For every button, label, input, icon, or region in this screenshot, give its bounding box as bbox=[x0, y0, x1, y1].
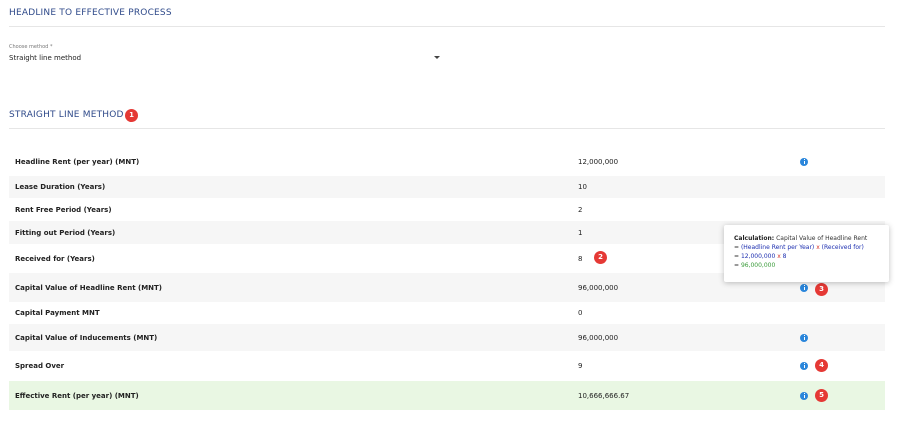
page-title: HEADLINE TO EFFECTIVE PROCESS bbox=[9, 8, 172, 18]
row-label: Rent Free Period (Years) bbox=[15, 205, 112, 214]
method-label: Choose method * bbox=[9, 44, 53, 50]
section-divider bbox=[9, 128, 885, 129]
row-label: Capital Payment MNT bbox=[15, 309, 100, 317]
tooltip-line-3: = 12,000,000 x 8 bbox=[734, 252, 879, 261]
step-badge-1: 1 bbox=[125, 109, 138, 122]
tooltip-eq: = bbox=[734, 244, 741, 251]
tooltip-term: (Received for) bbox=[821, 244, 864, 251]
table-row-highlight: Effective Rent (per year) (MNT) 10,666,6… bbox=[9, 381, 885, 410]
info-icon[interactable] bbox=[800, 283, 808, 292]
info-icon[interactable] bbox=[800, 157, 808, 166]
row-value: 2 bbox=[578, 205, 583, 214]
tooltip-term: 8 bbox=[782, 253, 787, 260]
row-label: Headline Rent (per year) (MNT) bbox=[15, 157, 140, 166]
table-row: Spread Over 9 bbox=[9, 351, 885, 380]
table-row: Capital Payment MNT 0 bbox=[9, 302, 885, 324]
info-icon[interactable] bbox=[800, 361, 808, 370]
row-value: 1 bbox=[578, 228, 583, 237]
method-select[interactable]: Straight line method bbox=[9, 53, 440, 65]
row-label: Effective Rent (per year) (MNT) bbox=[15, 391, 139, 400]
row-value: 8 bbox=[578, 254, 583, 263]
step-badge-3: 3 bbox=[815, 283, 828, 296]
row-label: Received for (Years) bbox=[15, 254, 95, 263]
tooltip-line-1: Calculation: Capital Value of Headline R… bbox=[734, 234, 879, 243]
tooltip-result: 96,000,000 bbox=[740, 262, 776, 269]
row-value: 9 bbox=[578, 361, 583, 370]
step-badge-4: 4 bbox=[815, 359, 828, 372]
table-row: Lease Duration (Years) 10 bbox=[9, 176, 885, 198]
row-value: 0 bbox=[578, 309, 583, 317]
tooltip-eq: = bbox=[734, 262, 741, 269]
method-select-value: Straight line method bbox=[9, 54, 82, 62]
table-row: Capital Value of Inducements (MNT) 96,00… bbox=[9, 324, 885, 351]
row-label: Spread Over bbox=[15, 361, 65, 370]
row-label: Fitting out Period (Years) bbox=[15, 228, 116, 237]
tooltip-term: (Headline Rent per Year) bbox=[740, 244, 815, 251]
row-value: 96,000,000 bbox=[578, 283, 619, 292]
chevron-down-icon[interactable] bbox=[434, 56, 440, 59]
tooltip-title: Calculation: bbox=[734, 235, 775, 242]
row-value: 96,000,000 bbox=[578, 333, 619, 342]
row-value: 10,666,666.67 bbox=[578, 391, 630, 400]
section-title: STRAIGHT LINE METHOD bbox=[9, 110, 124, 120]
table-row: Rent Free Period (Years) 2 bbox=[9, 198, 885, 221]
info-icon[interactable] bbox=[800, 333, 808, 342]
info-icon[interactable] bbox=[800, 391, 808, 400]
tooltip-term: 12,000,000 bbox=[740, 253, 776, 260]
tooltip-line-2: = (Headline Rent per Year) x (Received f… bbox=[734, 243, 879, 252]
row-label: Capital Value of Headline Rent (MNT) bbox=[15, 283, 163, 292]
row-label: Capital Value of Inducements (MNT) bbox=[15, 333, 158, 342]
tooltip-title-rest: Capital Value of Headline Rent bbox=[774, 235, 868, 242]
tooltip-eq: = bbox=[734, 253, 741, 260]
row-value: 10 bbox=[578, 183, 587, 191]
table-row: Headline Rent (per year) (MNT) 12,000,00… bbox=[9, 147, 885, 176]
header-divider bbox=[9, 26, 885, 27]
row-label: Lease Duration (Years) bbox=[15, 183, 106, 191]
row-value: 12,000,000 bbox=[578, 157, 619, 166]
tooltip-operator: x bbox=[775, 253, 783, 260]
tooltip-line-4: = 96,000,000 bbox=[734, 261, 879, 270]
step-badge-5: 5 bbox=[815, 389, 828, 402]
step-badge-2: 2 bbox=[594, 251, 607, 264]
calculation-tooltip: Calculation: Capital Value of Headline R… bbox=[724, 225, 889, 282]
tooltip-operator: x bbox=[814, 244, 822, 251]
